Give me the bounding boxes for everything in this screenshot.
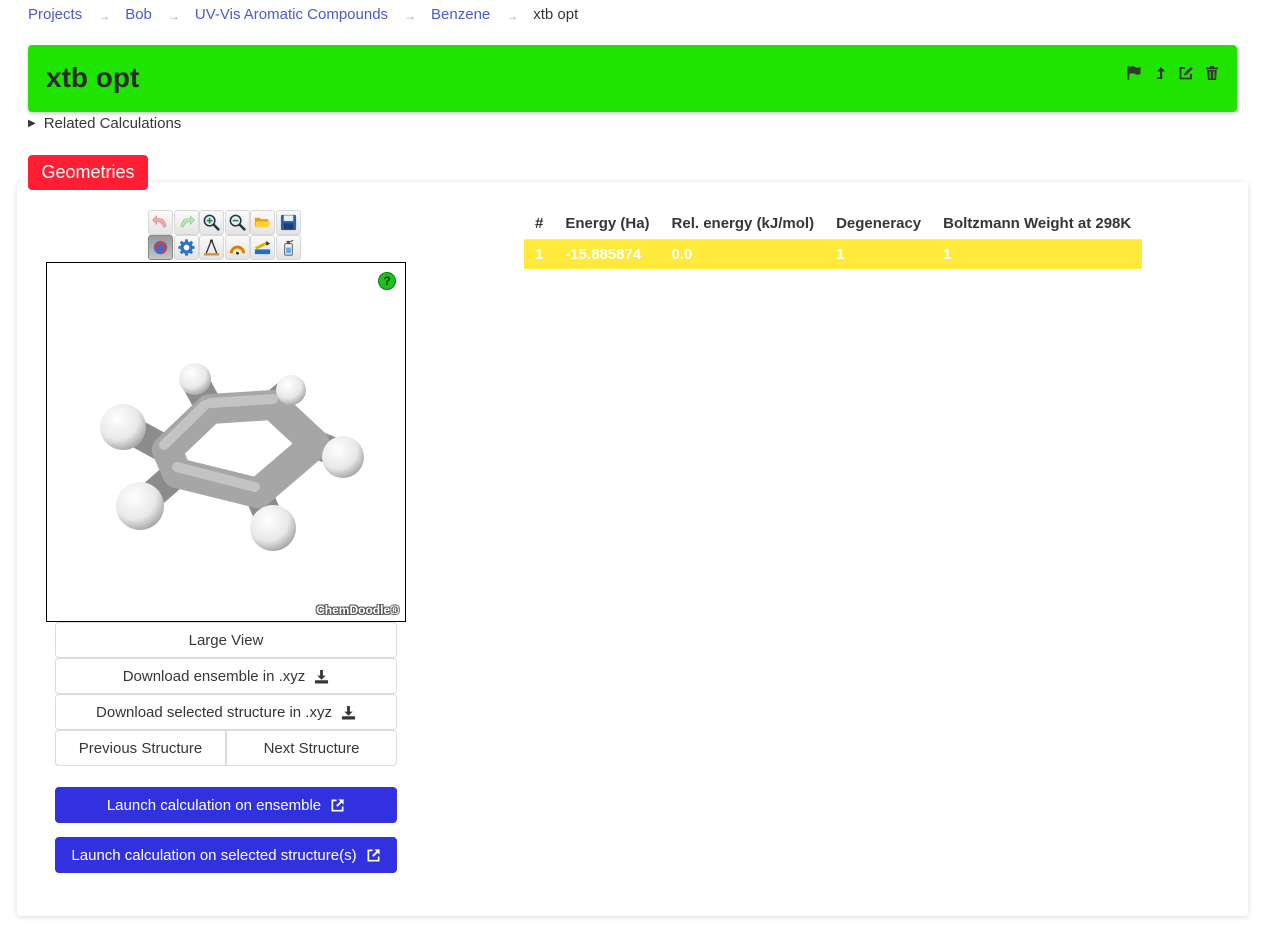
download-icon [341, 705, 356, 720]
cell-boltzmann: 1 [932, 239, 1143, 269]
help-icon[interactable]: ? [378, 272, 396, 290]
save-icon[interactable] [275, 210, 301, 235]
angle-icon[interactable] [224, 235, 250, 260]
column-header-index: # [524, 209, 555, 240]
next-structure-button[interactable]: Next Structure [226, 730, 397, 766]
breadcrumb-bob[interactable]: Bob [125, 6, 152, 23]
trash-icon[interactable] [1204, 65, 1220, 81]
cell-energy: -15.885874 [554, 239, 661, 269]
launch-selected-button[interactable]: Launch calculation on selected structure… [55, 837, 397, 873]
clear-icon[interactable] [275, 235, 301, 260]
viewer-toolbar [148, 210, 302, 260]
move-up-icon[interactable] [1152, 65, 1168, 81]
settings-icon[interactable] [173, 235, 199, 260]
breadcrumb-current: xtb opt [533, 5, 579, 23]
breadcrumb-benzene[interactable]: Benzene [431, 6, 490, 23]
table-row[interactable]: 1 -15.885874 0.0 1 1 [524, 239, 1143, 269]
torsion-icon[interactable] [250, 235, 276, 260]
breadcrumb-separator: → [506, 9, 519, 23]
benzene-3d-model [100, 363, 364, 551]
geometries-tag: Geometries [28, 155, 148, 190]
launch-ensemble-button[interactable]: Launch calculation on ensemble [55, 787, 397, 823]
breadcrumb-separator: → [404, 9, 417, 23]
next-structure-label: Next Structure [263, 739, 360, 757]
download-ensemble-button[interactable]: Download ensemble in .xyz [55, 658, 397, 694]
zoom-out-icon[interactable] [224, 210, 250, 235]
launch-selected-label: Launch calculation on selected structure… [71, 846, 357, 864]
column-header-degeneracy: Degeneracy [825, 209, 933, 240]
structures-table: # Energy (Ha) Rel. energy (kJ/mol) Degen… [524, 209, 1143, 269]
external-link-icon [331, 798, 344, 811]
page-title: xtb opt [46, 62, 140, 93]
related-calculations-toggle[interactable]: ▶ Related Calculations [28, 115, 181, 132]
edit-icon[interactable] [1178, 65, 1194, 81]
rotate-icon[interactable] [148, 235, 173, 260]
related-calculations-label: Related Calculations [43, 115, 182, 132]
download-ensemble-label: Download ensemble in .xyz [122, 667, 306, 685]
cell-rel-energy: 0.0 [660, 239, 826, 269]
molecule-viewer[interactable]: ? ChemDoodle® [46, 262, 406, 622]
distance-icon[interactable] [199, 235, 225, 260]
column-header-boltzmann: Boltzmann Weight at 298K [932, 209, 1143, 240]
undo-icon[interactable] [148, 210, 173, 235]
download-icon [315, 669, 329, 684]
breadcrumb-separator: → [98, 9, 111, 23]
cell-index: 1 [524, 239, 555, 269]
previous-structure-button[interactable]: Previous Structure [55, 730, 226, 766]
breadcrumb-uv-vis-aromatic-compounds[interactable]: UV-Vis Aromatic Compounds [195, 6, 388, 23]
flag-icon[interactable] [1126, 65, 1142, 81]
download-selected-button[interactable]: Download selected structure in .xyz [55, 694, 397, 730]
launch-ensemble-label: Launch calculation on ensemble [106, 796, 322, 814]
column-header-rel-energy: Rel. energy (kJ/mol) [660, 209, 826, 240]
calculation-header: xtb opt [28, 45, 1237, 112]
table-header-row: # Energy (Ha) Rel. energy (kJ/mol) Degen… [524, 209, 1143, 240]
open-icon[interactable] [250, 210, 276, 235]
download-selected-label: Download selected structure in .xyz [96, 703, 332, 721]
large-view-label: Large View [188, 631, 264, 649]
chemdoodle-brand: ChemDoodle® [316, 603, 399, 617]
external-link-icon [367, 848, 380, 861]
zoom-in-icon[interactable] [199, 210, 225, 235]
cell-degeneracy: 1 [825, 239, 933, 269]
redo-icon[interactable] [173, 210, 199, 235]
triangle-right-icon: ▶ [28, 118, 36, 129]
large-view-button[interactable]: Large View [55, 622, 397, 658]
breadcrumb-projects[interactable]: Projects [28, 6, 82, 23]
header-actions [1126, 65, 1220, 81]
breadcrumb-separator: → [167, 9, 180, 23]
previous-structure-label: Previous Structure [78, 739, 203, 757]
breadcrumb: Projects → Bob → UV-Vis Aromatic Compoun… [28, 5, 579, 24]
column-header-energy: Energy (Ha) [554, 209, 661, 240]
